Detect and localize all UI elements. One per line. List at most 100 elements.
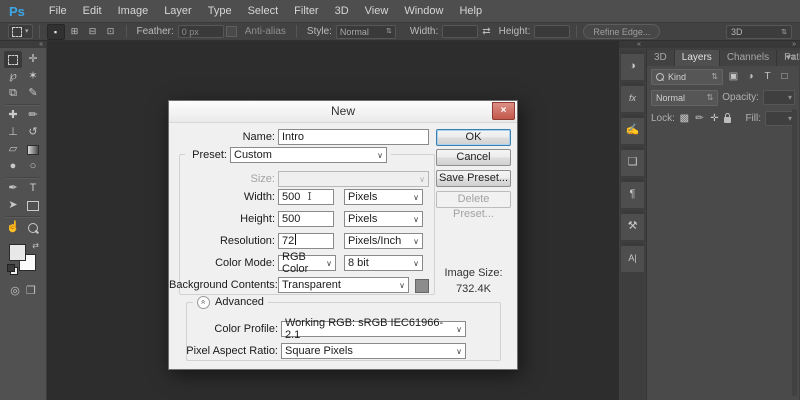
rectangular-marquee-tool[interactable] (4, 51, 22, 68)
eraser-tool[interactable]: ▱ (4, 141, 22, 158)
preset-dropdown[interactable]: Custom ∨ (230, 147, 387, 163)
advanced-header[interactable]: « Advanced (193, 295, 268, 309)
dialog-title[interactable]: New (169, 101, 517, 123)
height-input[interactable]: 500 (278, 211, 334, 227)
lock-position-icon[interactable]: ✛ (709, 113, 720, 124)
screen-mode-button[interactable]: ❐ (26, 284, 36, 297)
layer-filter-kind-dropdown[interactable]: Kind ⇅ (651, 69, 723, 85)
height-input[interactable] (534, 25, 570, 38)
panel-menu-icon[interactable]: ▾≡ (786, 52, 796, 63)
default-colors-icon[interactable] (7, 264, 15, 272)
color-profile-dropdown[interactable]: Working RGB: sRGB IEC61966-2.1∨ (281, 321, 466, 337)
tab-layers[interactable]: Layers (675, 50, 720, 66)
pen-tool[interactable]: ✒ (4, 180, 22, 197)
path-selection-tool[interactable]: ➤ (4, 197, 22, 214)
chevron-updown-icon: ⇅ (711, 72, 718, 81)
tool-presets-panel-button[interactable]: ⚒ (621, 211, 644, 240)
layer-comps-panel-button[interactable]: ❏ (621, 147, 644, 176)
dodge-tool[interactable]: ○ (24, 158, 42, 175)
lock-all-icon[interactable] (724, 117, 731, 123)
tab-channels[interactable]: Channels (720, 50, 777, 66)
advanced-toggle-icon[interactable]: « (197, 296, 210, 309)
workspace-dropdown[interactable]: 3D ⇅ (726, 25, 792, 39)
selection-mode-add-button[interactable]: ⊞ (67, 25, 83, 39)
resolution-unit-dropdown[interactable]: Pixels/Inch∨ (344, 233, 423, 249)
advanced-label: Advanced (215, 296, 264, 308)
menu-window[interactable]: Window (396, 0, 451, 22)
zoom-tool[interactable] (24, 219, 42, 236)
height-unit-dropdown[interactable]: Pixels∨ (344, 211, 423, 227)
paragraph-panel-button[interactable]: ¶ (621, 179, 644, 208)
healing-brush-tool[interactable]: ✚ (4, 107, 22, 124)
selection-mode-new-button[interactable]: ▪ (47, 24, 65, 40)
filter-shape-layers-icon[interactable]: □ (778, 71, 791, 82)
gradient-tool[interactable] (24, 141, 42, 158)
menu-3d[interactable]: 3D (327, 0, 357, 22)
pixel-aspect-ratio-dropdown[interactable]: Square Pixels∨ (281, 343, 466, 359)
filter-adjustment-layers-icon[interactable]: ◑ (744, 71, 757, 82)
width-input[interactable]: 500I (278, 189, 334, 205)
styles-panel-button[interactable]: fx (621, 83, 644, 112)
anti-alias-checkbox[interactable] (226, 26, 237, 37)
background-color-swatch[interactable] (415, 279, 429, 293)
filter-type-layers-icon[interactable]: T (761, 71, 774, 82)
character-panel-button[interactable]: A| (621, 243, 644, 272)
fill-input[interactable]: ▾ (765, 111, 795, 126)
menu-image[interactable]: Image (110, 0, 157, 22)
tools-panel-collapse[interactable]: « (0, 41, 46, 48)
tab-3d[interactable]: 3D (647, 50, 675, 66)
menu-view[interactable]: View (357, 0, 397, 22)
hand-tool[interactable]: ☝ (4, 219, 22, 236)
clone-stamp-tool[interactable]: ⊥ (4, 124, 22, 141)
opacity-input[interactable]: ▾ (763, 90, 795, 105)
selection-mode-intersect-button[interactable]: ⊡ (103, 25, 119, 39)
menu-layer[interactable]: Layer (156, 0, 200, 22)
refine-edge-button[interactable]: Refine Edge... (583, 24, 660, 39)
panel-scrollbar[interactable] (792, 109, 797, 396)
crop-tool[interactable]: ⧉ (4, 85, 22, 102)
quick-mask-button[interactable]: ◎ (10, 284, 20, 297)
type-tool[interactable]: T (24, 180, 42, 197)
expand-panels-icon[interactable]: » (792, 41, 796, 48)
swap-colors-icon[interactable]: ⇄ (32, 241, 39, 250)
filter-pixel-layers-icon[interactable]: ▣ (727, 71, 740, 82)
width-input[interactable] (442, 25, 478, 38)
ok-button[interactable]: OK (436, 129, 511, 146)
swap-dimensions-icon[interactable]: ⇄ (482, 26, 490, 37)
history-brush-tool[interactable]: ↺ (24, 124, 42, 141)
anti-alias-label: Anti-alias (245, 26, 286, 37)
brush-panel-button[interactable]: ✍ (621, 115, 644, 144)
magic-wand-tool[interactable]: ✶ (24, 68, 42, 85)
background-contents-dropdown[interactable]: Transparent∨ (278, 277, 409, 293)
collapse-panels-icon[interactable]: « (637, 41, 641, 48)
lasso-tool[interactable]: ℘ (4, 68, 22, 85)
tool-preset-picker[interactable]: ▾ (8, 24, 33, 39)
bit-depth-dropdown[interactable]: 8 bit∨ (344, 255, 423, 271)
menu-file[interactable]: File (41, 0, 75, 22)
selection-mode-subtract-button[interactable]: ⊟ (85, 25, 101, 39)
lock-pixels-icon[interactable]: ✏ (694, 113, 705, 124)
adjustments-panel-button[interactable]: ◑ (621, 51, 644, 80)
menu-help[interactable]: Help (451, 0, 490, 22)
cancel-button[interactable]: Cancel (436, 149, 511, 166)
foreground-color-swatch[interactable] (9, 244, 26, 261)
lock-transparency-icon[interactable]: ▩ (679, 113, 690, 124)
width-unit-dropdown[interactable]: Pixels∨ (344, 189, 423, 205)
move-tool[interactable]: ✛ (24, 51, 42, 68)
blend-mode-dropdown[interactable]: Normal ⇅ (651, 90, 718, 106)
style-dropdown[interactable]: Normal ⇅ (336, 25, 396, 39)
blur-tool[interactable]: ● (4, 158, 22, 175)
menu-filter[interactable]: Filter (286, 0, 326, 22)
resolution-input[interactable]: 72 (278, 233, 334, 249)
shape-tool[interactable] (24, 197, 42, 214)
name-input[interactable]: Intro (278, 129, 429, 145)
menu-type[interactable]: Type (200, 0, 240, 22)
menu-select[interactable]: Select (240, 0, 287, 22)
close-icon[interactable]: × (492, 102, 515, 120)
brush-tool[interactable]: ✏ (24, 107, 42, 124)
feather-input[interactable]: 0 px (178, 25, 224, 38)
save-preset-button[interactable]: Save Preset... (436, 170, 511, 187)
eyedropper-tool[interactable]: ✎ (24, 85, 42, 102)
color-mode-dropdown[interactable]: RGB Color∨ (278, 255, 336, 271)
menu-edit[interactable]: Edit (75, 0, 110, 22)
